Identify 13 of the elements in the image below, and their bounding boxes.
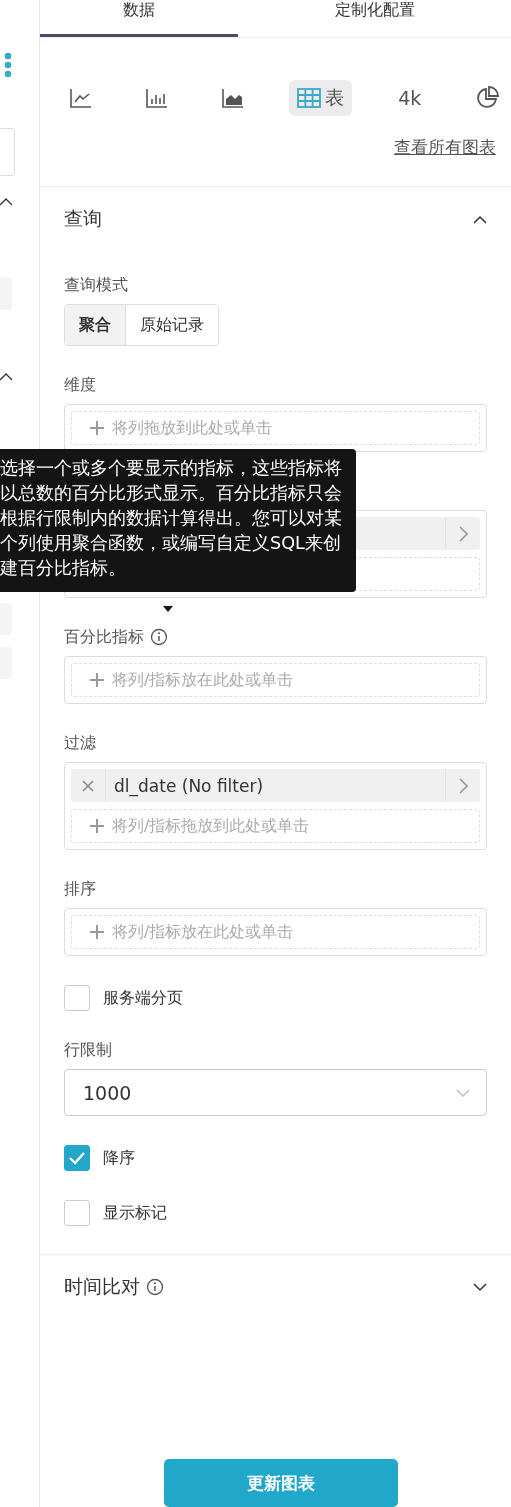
field-label: 维度 bbox=[64, 375, 96, 395]
field-label: 过滤 bbox=[64, 733, 96, 753]
section-title: 查询 bbox=[64, 206, 102, 231]
filter-label: dl_date (No filter) bbox=[114, 775, 264, 796]
field-label: 行限制 bbox=[64, 1040, 112, 1060]
checkbox-label: 降序 bbox=[103, 1147, 135, 1169]
section-title: 时间比对 bbox=[64, 1274, 140, 1299]
checkbox-label: 服务端分页 bbox=[103, 987, 183, 1009]
field-label: 排序 bbox=[64, 879, 96, 899]
tooltip: 选择一个或多个要显示的指标，这些指标将以总数的百分比形式显示。百分比指标只会根据行限制内的数据计算得出。您可以对某个列使用聚合函数，或编写自定义SQL来创建百分比指标。 bbox=[0, 449, 356, 592]
checkbox-label: 显示标记 bbox=[103, 1202, 167, 1224]
field-label: 百分比指标 bbox=[64, 627, 144, 647]
field-label: 查询模式 bbox=[64, 275, 128, 295]
